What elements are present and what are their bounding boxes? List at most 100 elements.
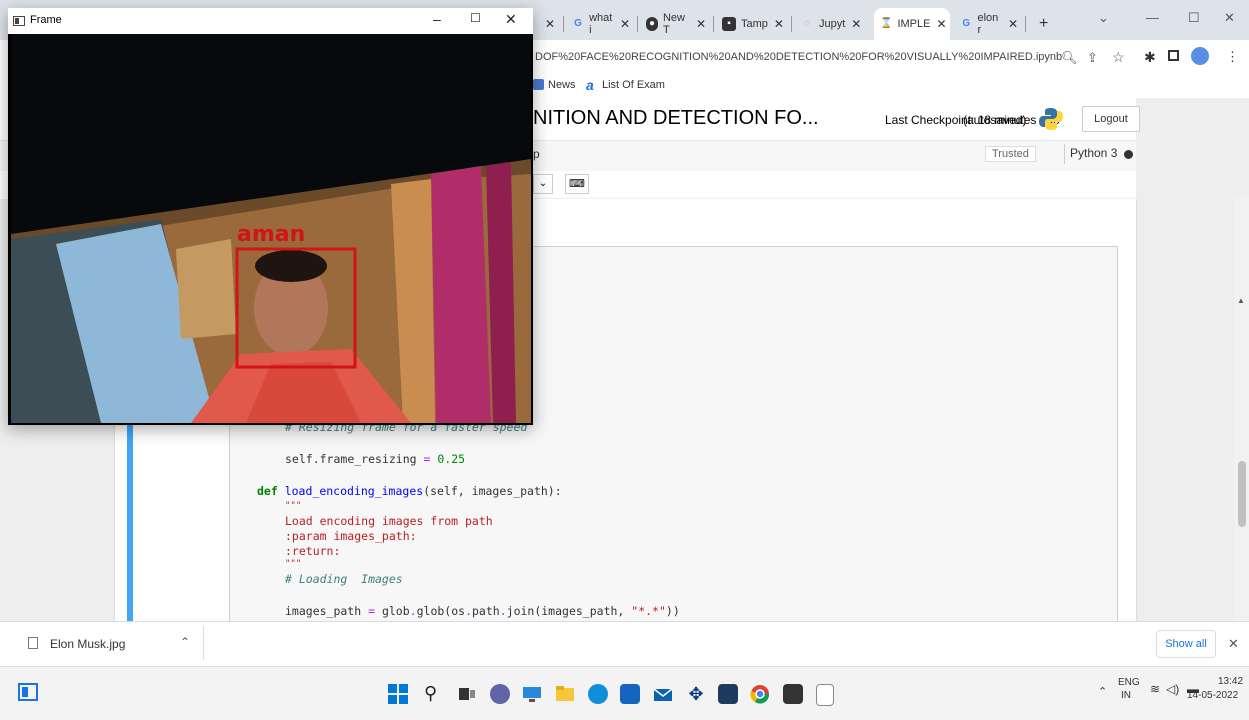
clock-time[interactable]: 13:42	[1218, 676, 1243, 687]
google-icon: G	[574, 18, 582, 29]
scrollbar-thumb[interactable]	[1238, 461, 1246, 527]
tab-title: New T	[662, 12, 685, 36]
code-line: def load_encoding_images(self, images_pa…	[257, 484, 562, 498]
code-token: path	[472, 604, 500, 618]
hourglass-icon: ⌛	[880, 18, 893, 29]
code-token: self	[285, 452, 313, 466]
minimize-icon[interactable]: –	[433, 11, 441, 27]
close-tab-icon[interactable]: ✕	[696, 17, 706, 31]
volume-icon[interactable]: ◁)	[1166, 682, 1179, 696]
wifi-icon[interactable]: ≋	[1150, 682, 1160, 696]
downloads-bar: Elon Musk.jpg ⌃ Show all ✕	[0, 621, 1249, 667]
download-item-name[interactable]: Elon Musk.jpg	[50, 637, 125, 651]
code-token: "*.*"	[631, 604, 666, 618]
code-token: 0.25	[437, 452, 466, 466]
clock-date[interactable]: 14-05-2022	[1187, 690, 1238, 701]
share-icon[interactable]: ⇪	[1087, 50, 1098, 66]
file-explorer-icon[interactable]	[555, 684, 575, 704]
browser-tab[interactable]: ● New T ✕	[640, 8, 712, 40]
desktop-icon[interactable]	[522, 684, 542, 704]
jupyter-icon: ◌	[804, 18, 810, 29]
dropbox-icon[interactable]: ✥	[686, 684, 706, 704]
logout-button[interactable]: Logout	[1082, 106, 1140, 132]
start-windows-icon[interactable]	[388, 684, 408, 704]
task-view-icon[interactable]	[457, 684, 477, 704]
extensions-icon[interactable]: ✱	[1144, 49, 1156, 66]
code-token: .	[499, 604, 507, 618]
notebook-title[interactable]: NITION AND DETECTION FO...	[533, 107, 819, 130]
chevron-up-icon[interactable]: ⌃	[1098, 685, 1107, 698]
side-panel-icon[interactable]	[1168, 50, 1179, 61]
close-tab-icon[interactable]: ✕	[1008, 17, 1018, 31]
mail-icon[interactable]	[653, 684, 673, 704]
bookmark-star-icon[interactable]: ☆	[1112, 49, 1125, 66]
show-all-button[interactable]: Show all	[1156, 630, 1216, 658]
tab-title: Tamp	[741, 18, 768, 30]
language-top[interactable]: ENG	[1118, 677, 1140, 688]
frame-window[interactable]: Frame – ☐ ✕ aman	[8, 8, 533, 425]
code-token: .frame_resizing	[312, 452, 424, 466]
taskbar: ⚲ ✥ ⌃ ENG IN ≋ ◁) ▬ 13:42 14-05-2022	[0, 666, 1249, 720]
code-line: images_path = glob.glob(os.path.join(ima…	[285, 604, 680, 618]
notepad-icon[interactable]	[816, 684, 834, 706]
code-token: .	[409, 604, 417, 618]
app-icon[interactable]	[783, 684, 803, 704]
browser-tab[interactable]: Gwhat i ✕	[566, 8, 636, 40]
new-tab-button[interactable]: +	[1033, 8, 1057, 40]
code-token: (self, images_path):	[423, 484, 562, 498]
kernel-name[interactable]: Python 3	[1070, 146, 1117, 160]
close-window-icon[interactable]: ✕	[1224, 10, 1235, 26]
terminal-icon[interactable]	[718, 684, 738, 704]
code-token: def	[257, 484, 285, 498]
maximize-icon[interactable]: ☐	[1188, 10, 1200, 26]
widgets-icon[interactable]	[18, 683, 38, 701]
browser-tab[interactable]: ▪ Tamp ✕	[716, 8, 790, 40]
trusted-indicator[interactable]: Trusted	[985, 146, 1036, 162]
tab-title: IMPLE	[897, 18, 931, 30]
tab-title: elon r	[977, 12, 999, 36]
chevron-up-icon[interactable]: ⌃	[180, 635, 190, 649]
close-tab-icon[interactable]: ✕	[774, 17, 784, 31]
scroll-up-icon[interactable]: ▲	[1237, 296, 1245, 305]
browser-tab[interactable]: Gelon r ✕	[954, 8, 1024, 40]
chrome-icon[interactable]	[750, 684, 770, 704]
store-icon[interactable]	[620, 684, 640, 704]
code-line: Load encoding images from path	[285, 514, 493, 528]
close-tab-icon[interactable]: ✕	[545, 17, 555, 31]
close-tab-icon[interactable]: ✕	[851, 17, 861, 31]
maximize-icon[interactable]: ☐	[470, 11, 481, 25]
menu-item-help[interactable]: p	[533, 147, 540, 161]
profile-avatar-icon[interactable]	[1191, 47, 1209, 65]
keyboard-icon[interactable]: ⌨	[565, 174, 589, 194]
tab-title: what i	[589, 12, 613, 36]
chevron-down-icon[interactable]: ⌄	[1098, 10, 1109, 26]
face-label: aman	[237, 222, 305, 247]
edge-browser-icon[interactable]	[588, 684, 608, 704]
zoom-icon[interactable]: 🔍︎	[1061, 50, 1078, 66]
code-token: glob	[375, 604, 410, 618]
frame-title-bar[interactable]: Frame – ☐ ✕	[8, 8, 533, 34]
browser-tab[interactable]: ◌ Jupyt ✕	[794, 8, 872, 40]
browser-tab-active[interactable]: ⌛ IMPLE ✕	[874, 8, 950, 40]
frame-title: Frame	[30, 14, 62, 26]
news-icon	[533, 79, 544, 90]
github-icon: ●	[646, 17, 658, 31]
browser-tab[interactable]: ✕	[533, 8, 563, 40]
more-menu-icon[interactable]: ⋮	[1226, 49, 1239, 65]
url-field[interactable]: DOF%20FACE%20RECOGNITION%20AND%20DETECTI…	[535, 51, 1062, 63]
minimize-icon[interactable]: —	[1146, 10, 1159, 25]
close-window-icon[interactable]: ✕	[505, 11, 517, 28]
code-token: images_path	[285, 604, 369, 618]
search-icon[interactable]: ⚲	[424, 684, 444, 704]
code-line: # Loading Images	[285, 572, 403, 586]
bookmark-list-of-exam[interactable]: List Of Exam	[602, 79, 665, 91]
close-downloads-icon[interactable]: ✕	[1228, 636, 1239, 652]
camera-feed: aman	[11, 34, 531, 423]
close-tab-icon[interactable]: ✕	[620, 17, 630, 31]
language-bottom[interactable]: IN	[1121, 690, 1131, 701]
bookmark-news[interactable]: News	[548, 79, 576, 91]
camera-image: aman	[11, 34, 531, 423]
cell-type-dropdown-chevron-icon[interactable]: ⌄	[533, 174, 553, 194]
close-tab-icon[interactable]: ✕	[936, 17, 946, 31]
chat-icon[interactable]	[490, 684, 510, 704]
